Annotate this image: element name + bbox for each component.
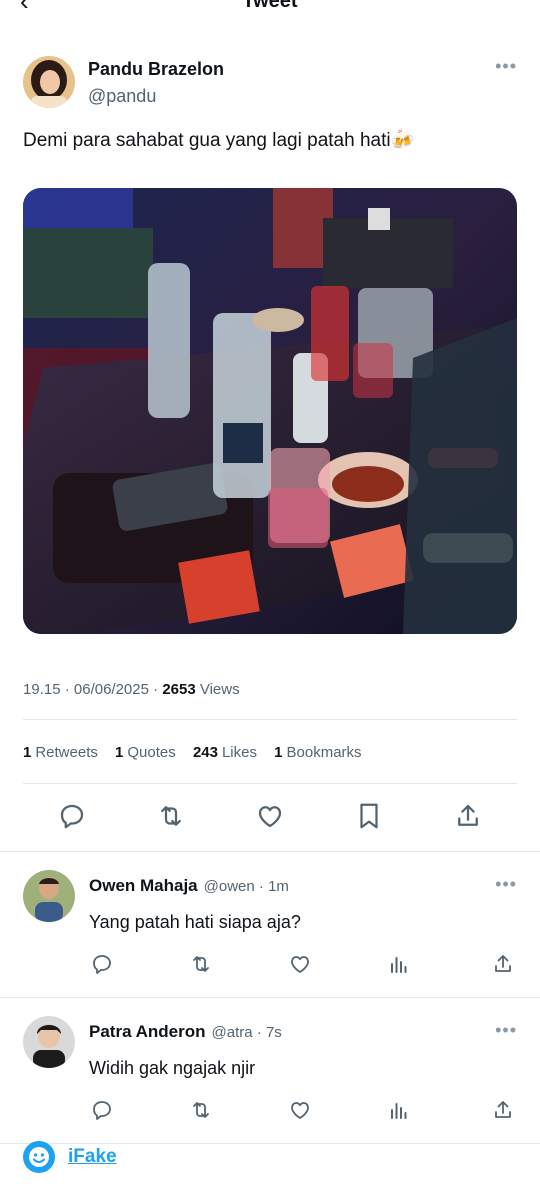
reply-icon [60, 804, 84, 829]
tweet-text: Demi para sahabat gua yang lagi patah ha… [23, 130, 415, 151]
reply-actions [0, 1097, 540, 1127]
bookmark-button[interactable] [351, 798, 387, 834]
reply-button[interactable] [54, 798, 90, 834]
reply-text: Yang patah hati siapa aja? [89, 912, 301, 932]
analytics-button[interactable] [386, 1097, 412, 1123]
like-button[interactable] [252, 798, 288, 834]
reply-icon [93, 955, 111, 974]
avatar[interactable] [23, 1016, 75, 1068]
bookmarks-stat[interactable]: 1 Bookmarks [274, 744, 361, 761]
views-label: Views [199, 681, 240, 698]
reply-item[interactable]: Patra Anderon @atra · 7s ••• Widih gak ng… [0, 1016, 540, 1142]
divider [23, 719, 517, 720]
divider [0, 1143, 540, 1144]
reply-button[interactable] [89, 951, 115, 977]
share-button[interactable] [490, 951, 516, 977]
analytics-icon [391, 957, 407, 973]
divider [0, 851, 540, 852]
author-handle[interactable]: @pandu [88, 86, 156, 107]
reply-author[interactable]: Owen Mahaja @owen · 1m [89, 876, 289, 896]
like-button[interactable] [287, 1097, 313, 1123]
tweet-author: Pandu Brazelon @pandu ••• [23, 56, 517, 108]
reply-icon [93, 1101, 111, 1120]
share-button[interactable] [450, 798, 486, 834]
reply-item[interactable]: Owen Mahaja @owen · 1m ••• Yang patah hat… [0, 870, 540, 996]
tweet-date: 06/06/2025 [73, 681, 149, 698]
analytics-icon [391, 1103, 407, 1119]
retweet-button[interactable] [188, 951, 214, 977]
heart-icon [258, 806, 282, 828]
reply-handle: @owen [203, 878, 255, 895]
more-options-icon[interactable]: ••• [495, 56, 517, 77]
top-bar: ‹ Tweet [0, 0, 540, 16]
reply-button[interactable] [89, 1097, 115, 1123]
retweet-button[interactable] [153, 798, 189, 834]
tweet-photo[interactable] [23, 188, 517, 634]
retweet-button[interactable] [188, 1097, 214, 1123]
avatar[interactable] [23, 56, 75, 108]
reply-handle: @atra [211, 1024, 253, 1041]
share-icon [458, 804, 478, 826]
more-options-icon[interactable]: ••• [495, 1020, 517, 1041]
share-button[interactable] [490, 1097, 516, 1123]
like-button[interactable] [287, 951, 313, 977]
heart-icon [291, 1102, 309, 1119]
reply-actions [0, 951, 540, 981]
share-icon [495, 955, 511, 972]
tweet-stats: 1 Retweets 1 Quotes 243 Likes 1 Bookmarks [23, 744, 375, 761]
analytics-button[interactable] [386, 951, 412, 977]
retweet-icon [161, 806, 181, 826]
divider [0, 997, 540, 998]
retweet-icon [193, 1102, 209, 1118]
smiley-icon [23, 1141, 55, 1173]
author-name[interactable]: Pandu Brazelon [88, 59, 224, 80]
divider [23, 783, 517, 784]
tweet-action-bar [0, 798, 540, 838]
avatar[interactable] [23, 870, 75, 922]
more-options-icon[interactable]: ••• [495, 874, 517, 895]
reply-time: 1m [268, 878, 289, 895]
reply-text: Widih gak ngajak njir [89, 1058, 256, 1078]
reply-time: 7s [265, 1024, 282, 1041]
retweets-stat[interactable]: 1 Retweets [23, 744, 98, 761]
tweet-time: 19.15 [23, 681, 61, 698]
reply-author[interactable]: Patra Anderon @atra · 7s [89, 1022, 282, 1042]
views-count: 2653 [162, 681, 196, 698]
tweet-meta: 19.15 · 06/06/2025 · 2653 Views [23, 681, 240, 698]
page-title: Tweet [242, 0, 298, 12]
quotes-stat[interactable]: 1 Quotes [115, 744, 176, 761]
bookmark-icon [360, 803, 378, 829]
likes-stat[interactable]: 243 Likes [193, 744, 257, 761]
retweet-icon [193, 956, 209, 972]
share-icon [495, 1101, 511, 1118]
heart-icon [291, 956, 309, 973]
watermark-text: iFake [68, 1146, 117, 1167]
